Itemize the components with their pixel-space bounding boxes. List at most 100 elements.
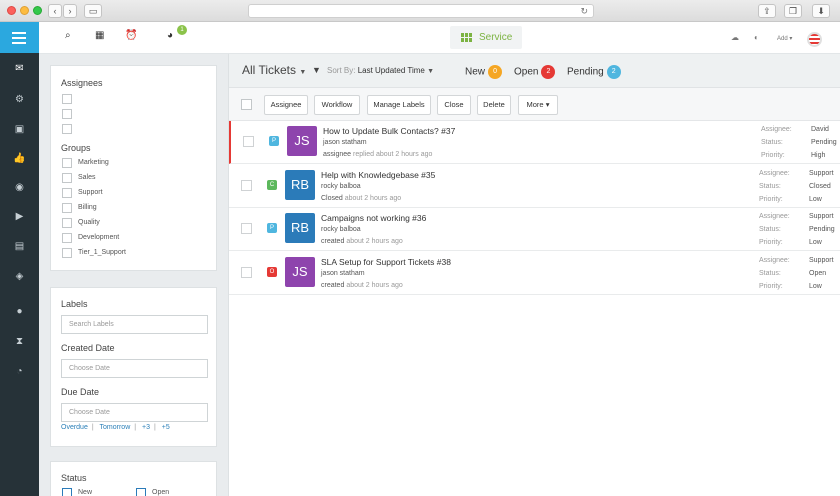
language-flag-icon[interactable] (807, 32, 822, 47)
calendar-icon[interactable]: ▦ (95, 30, 104, 41)
select-all-checkbox[interactable] (241, 99, 252, 110)
new-counter[interactable]: New 0 (465, 65, 503, 79)
pending-counter[interactable]: Pending 2 (567, 65, 621, 79)
sidebar-toggle-icon[interactable]: ▭ (84, 4, 102, 18)
chat-status-icon[interactable]: ☁ (731, 33, 739, 42)
status-value: Pending (811, 139, 837, 146)
more-button[interactable]: More ▾ (518, 95, 558, 115)
network-icon[interactable]: ⚙ (0, 90, 39, 110)
maximize-window-button[interactable] (33, 6, 42, 15)
alarm-icon[interactable]: ⏰ (125, 30, 137, 41)
priority-key: Priority: (759, 282, 783, 290)
plus-3-link[interactable]: +3 (142, 424, 150, 431)
reload-icon[interactable]: ↻ (580, 6, 588, 17)
ticket-requester: rocky balboa (321, 182, 361, 190)
pie-chart-icon[interactable]: ◕ (167, 30, 173, 41)
ticket-row[interactable]: O JS SLA Setup for Support Tickets #38 jaso… (229, 252, 840, 295)
group-checkbox[interactable] (62, 188, 72, 198)
ticket-requester: jason statham (323, 139, 367, 146)
thumbs-up-icon[interactable]: 👍 (0, 149, 39, 169)
ticket-subject-link[interactable]: SLA Setup for Support Tickets #38 (321, 257, 451, 267)
layers-icon[interactable]: ◈ (0, 267, 39, 287)
menu-icon[interactable] (0, 22, 39, 53)
share-icon[interactable]: ⇪ (758, 4, 776, 18)
sort-prefix: Sort By: (327, 66, 356, 75)
add-menu[interactable]: Add ▾ (777, 35, 792, 42)
box-icon[interactable]: ▣ (0, 120, 39, 140)
ticket-row[interactable]: P RB Campaigns not working #36 rocky balboa… (229, 208, 840, 251)
group-checkbox[interactable] (62, 218, 72, 228)
assignee-checkbox[interactable] (62, 94, 72, 104)
minimize-window-button[interactable] (20, 6, 29, 15)
pie-chart-icon[interactable]: ◔ (0, 362, 39, 382)
activity-actor: created (321, 281, 345, 289)
group-label: Quality (78, 219, 100, 226)
caret-down-icon: ▼ (299, 69, 307, 76)
created-date-field[interactable]: Choose Date (61, 359, 208, 378)
group-checkbox[interactable] (62, 203, 72, 213)
chat-icon[interactable]: ● (0, 302, 39, 322)
priority-value: High (811, 152, 826, 159)
open-counter[interactable]: Open 2 (514, 65, 556, 79)
download-icon[interactable]: ⬇ (812, 4, 830, 18)
assignee-checkbox[interactable] (62, 124, 72, 134)
comment-icon[interactable]: ▤ (0, 237, 39, 257)
sort-dropdown[interactable]: Sort By: Last Updated Time ▼ (327, 66, 434, 75)
filter-funnel-icon[interactable]: ▼ (312, 65, 321, 75)
search-labels-input[interactable]: Search Labels (61, 315, 208, 334)
labels-date-filter-card: Labels Search Labels Created Date Choose… (50, 287, 217, 447)
workflow-button[interactable]: Workflow (314, 95, 360, 115)
status-new-checkbox[interactable] (62, 488, 72, 496)
due-date-field[interactable]: Choose Date (61, 403, 208, 422)
close-button[interactable]: Close (437, 95, 471, 115)
close-window-button[interactable] (7, 6, 16, 15)
plus-5-link[interactable]: +5 (162, 424, 170, 431)
status-open-checkbox[interactable] (136, 488, 146, 496)
address-bar[interactable]: ↻ (248, 4, 594, 18)
group-checkbox[interactable] (62, 158, 72, 168)
palette-icon[interactable]: ◉ (0, 178, 39, 198)
status-key: Status: (759, 226, 781, 233)
assignee-value: Support (809, 169, 834, 177)
ticket-checkbox[interactable] (241, 223, 252, 234)
tabs-icon[interactable]: ❐ (784, 4, 802, 18)
theme-icon[interactable]: ◐ (754, 33, 759, 42)
delete-button[interactable]: Delete (477, 95, 511, 115)
group-checkbox[interactable] (62, 248, 72, 258)
hourglass-icon[interactable]: ⧗ (0, 332, 39, 352)
manage-labels-button[interactable]: Manage Labels (367, 95, 431, 115)
ticket-subject-link[interactable]: Help with Knowledgebase #35 (321, 170, 435, 180)
activity-text: about 2 hours ago (344, 194, 402, 202)
due-date-shortcuts: Overdue | Tomorrow | +3 | +5 (61, 424, 170, 431)
all-tickets-dropdown[interactable]: All Tickets ▼ (242, 63, 306, 77)
assignee-button[interactable]: Assignee (264, 95, 308, 115)
ticket-subject-link[interactable]: Campaigns not working #36 (321, 213, 426, 223)
ticket-row[interactable]: C RB Help with Knowledgebase #35 rocky balb… (229, 165, 840, 208)
service-switcher[interactable]: Service (450, 26, 522, 49)
add-label: Add (777, 36, 788, 42)
assignee-checkbox[interactable] (62, 109, 72, 119)
group-checkbox[interactable] (62, 233, 72, 243)
ticket-checkbox[interactable] (241, 266, 252, 278)
priority-badge: P (269, 136, 279, 146)
ticket-checkbox[interactable] (243, 136, 254, 147)
due-date-title: Due Date (61, 387, 100, 397)
back-icon[interactable]: ‹ (48, 4, 62, 18)
status-new-label: New (78, 489, 93, 496)
ticket-checkbox[interactable] (241, 179, 252, 191)
forward-icon[interactable]: › (63, 4, 77, 18)
priority-badge: O (267, 266, 277, 277)
overdue-link[interactable]: Overdue (61, 424, 88, 431)
group-checkbox[interactable] (62, 173, 72, 183)
mail-icon[interactable]: ✉ (0, 59, 39, 79)
search-icon[interactable]: ⌕ (65, 30, 71, 41)
tomorrow-link[interactable]: Tomorrow (100, 424, 131, 431)
tag-icon[interactable]: ▶ (0, 207, 39, 227)
list-header: All Tickets ▼ ▼ Sort By: Last Updated Ti… (229, 54, 840, 88)
assignee-key: Assignee: (759, 169, 790, 177)
priority-value: Low (809, 282, 822, 290)
ticket-row[interactable]: P JS How to Update Bulk Contacts? #37 jason… (229, 121, 840, 164)
assignees-title: Assignees (61, 78, 103, 88)
group-label: Tier_1_Support (78, 249, 126, 256)
ticket-subject-link[interactable]: How to Update Bulk Contacts? #37 (323, 126, 455, 136)
